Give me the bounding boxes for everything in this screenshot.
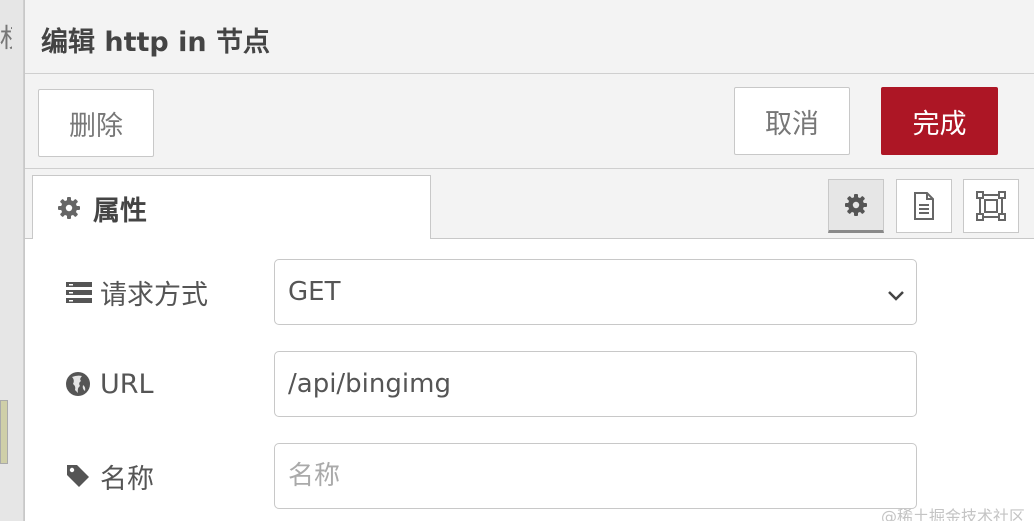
done-button[interactable]: 完成 <box>881 87 998 155</box>
method-select[interactable]: GET <box>274 259 917 325</box>
name-label: 名称 <box>65 443 154 509</box>
globe-icon <box>65 370 93 398</box>
node-appearance-button[interactable] <box>963 179 1019 233</box>
node-description-button[interactable] <box>896 179 952 233</box>
method-label-text: 请求方式 <box>100 279 208 311</box>
method-row: 请求方式 GET <box>25 259 1034 325</box>
method-label: 请求方式 <box>65 259 208 325</box>
gear-icon <box>844 193 868 217</box>
url-input[interactable] <box>274 351 917 417</box>
frame-icon <box>975 191 1007 221</box>
background-node <box>0 400 8 464</box>
background-text-fragment: 权 <box>0 22 12 56</box>
tab-properties-label: 属性 <box>93 195 147 227</box>
node-settings-button[interactable] <box>828 179 884 233</box>
dialog-title: 编辑 http in 节点 <box>41 27 271 58</box>
method-select-value: GET <box>288 277 341 307</box>
properties-panel: 请求方式 GET URL /api/bingimg 名称 名称 @稀土掘金技术社… <box>25 239 1034 521</box>
url-label: URL <box>65 351 154 417</box>
list-icon <box>65 278 93 306</box>
chevron-down-icon <box>886 282 906 302</box>
name-row: 名称 <box>25 443 1034 509</box>
gear-icon <box>57 196 81 220</box>
tab-bar: 属性 <box>25 168 1034 240</box>
edit-node-dialog: 编辑 http in 节点 删除 取消 完成 属性 请求方式 GET URL /… <box>24 0 1034 521</box>
dialog-header: 编辑 http in 节点 <box>25 0 1034 74</box>
name-label-text: 名称 <box>100 463 154 495</box>
tab-properties[interactable]: 属性 <box>32 175 431 240</box>
document-icon <box>912 192 936 220</box>
background-workspace: 权 <box>0 0 24 521</box>
delete-button[interactable]: 删除 <box>38 89 154 157</box>
url-row: URL <box>25 351 1034 417</box>
tag-icon <box>65 462 93 490</box>
watermark: @稀土掘金技术社区 <box>880 507 1025 521</box>
cancel-button[interactable]: 取消 <box>734 87 850 155</box>
name-input[interactable] <box>274 443 917 509</box>
url-label-text: URL <box>100 368 154 400</box>
